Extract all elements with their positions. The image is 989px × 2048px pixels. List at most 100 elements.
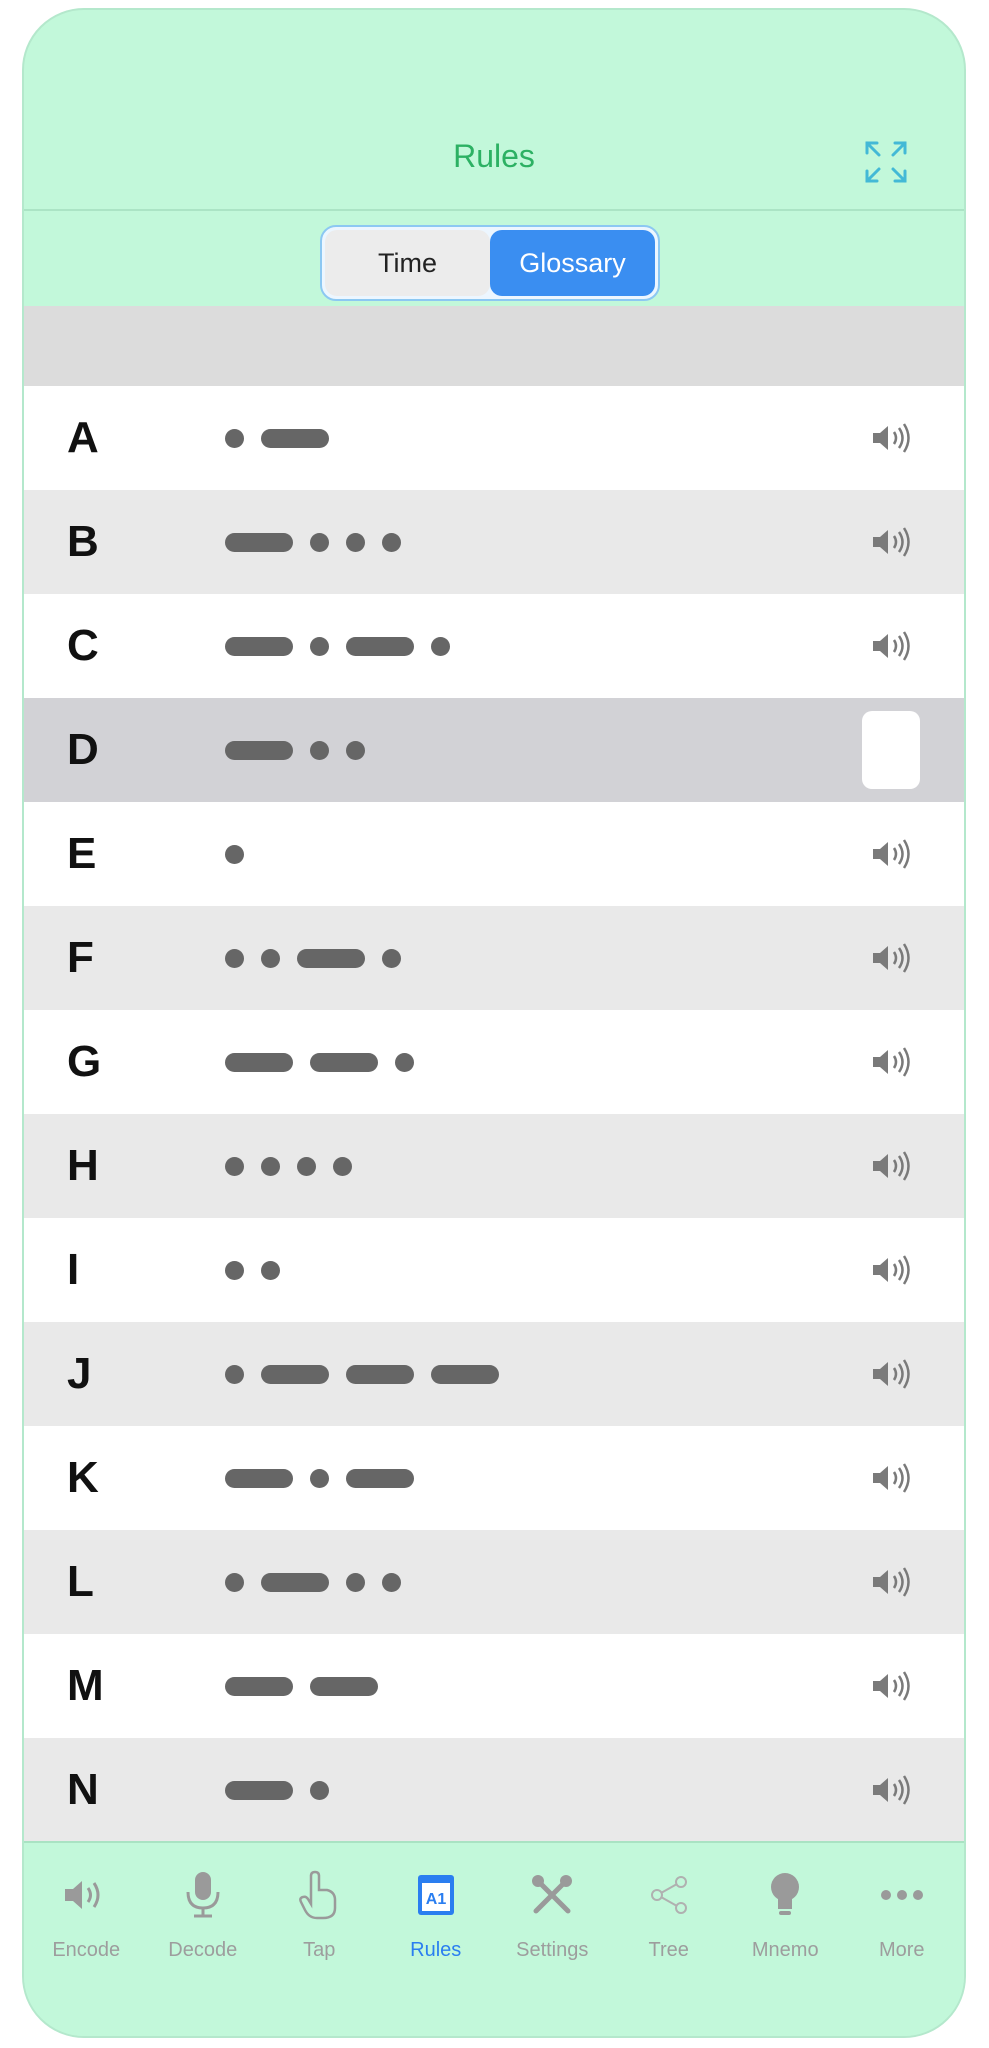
tab-decode[interactable]: Decode xyxy=(145,1843,262,2036)
glossary-row-i[interactable]: I xyxy=(24,1218,964,1322)
play-sound-button[interactable] xyxy=(862,711,920,789)
row-letter: M xyxy=(67,1661,104,1710)
morse-code xyxy=(225,1775,329,1805)
speaker-icon xyxy=(873,1359,910,1389)
glossary-list: A B C D E F G H I J K L M N xyxy=(24,386,964,1842)
expand-icon xyxy=(865,141,907,183)
tab-more[interactable]: More xyxy=(844,1843,961,2036)
morse-code xyxy=(225,631,450,661)
glossary-row-f[interactable]: F xyxy=(24,906,964,1010)
row-letter: F xyxy=(67,933,94,982)
page-title: Rules xyxy=(453,138,535,174)
morse-dot xyxy=(225,1364,244,1384)
morse-dot xyxy=(225,1156,244,1176)
segment-time[interactable]: Time xyxy=(325,230,490,296)
segment-glossary[interactable]: Glossary xyxy=(490,230,655,296)
row-letter: J xyxy=(67,1349,92,1398)
row-letter: A xyxy=(67,413,99,462)
glossary-row-g[interactable]: G xyxy=(24,1010,964,1114)
morse-dash xyxy=(431,1364,499,1384)
morse-code xyxy=(225,1567,401,1597)
morse-code xyxy=(225,1359,499,1389)
speaker-icon xyxy=(873,943,910,973)
morse-dot xyxy=(431,636,450,656)
tab-label: Tree xyxy=(648,1939,689,1961)
morse-dot xyxy=(382,532,401,552)
play-sound-button[interactable] xyxy=(864,826,920,882)
play-sound-button[interactable] xyxy=(864,618,920,674)
glossary-row-m[interactable]: M xyxy=(24,1634,964,1738)
speaker-icon xyxy=(873,527,910,557)
play-sound-button[interactable] xyxy=(864,1450,920,1506)
morse-dot xyxy=(297,1156,316,1176)
morse-dot xyxy=(225,428,244,448)
segmented-control: Time Glossary xyxy=(320,225,660,301)
tab-bar: Encode Decode Tap A1 Rules Settings Tree Mnemo M… xyxy=(24,1841,964,2036)
morse-dot xyxy=(310,1780,329,1800)
play-sound-button[interactable] xyxy=(864,514,920,570)
morse-code xyxy=(225,1463,414,1493)
morse-dot xyxy=(346,532,365,552)
morse-dash xyxy=(225,1052,293,1072)
morse-dot xyxy=(333,1156,352,1176)
fullscreen-button[interactable] xyxy=(858,134,914,190)
glossary-row-e[interactable]: E xyxy=(24,802,964,906)
tab-tap[interactable]: Tap xyxy=(261,1843,378,2036)
tab-encode[interactable]: Encode xyxy=(28,1843,145,2036)
speaker-icon xyxy=(873,839,910,869)
morse-dot xyxy=(395,1052,414,1072)
glossary-row-k[interactable]: K xyxy=(24,1426,964,1530)
morse-dot xyxy=(382,948,401,968)
glossary-row-n[interactable]: N xyxy=(24,1738,964,1842)
speaker-icon xyxy=(873,1463,910,1493)
tab-settings[interactable]: Settings xyxy=(494,1843,611,2036)
play-sound-button[interactable] xyxy=(864,1346,920,1402)
morse-code xyxy=(225,735,365,765)
morse-dot xyxy=(310,1468,329,1488)
speaker-icon xyxy=(873,1567,910,1597)
glossary-row-c[interactable]: C xyxy=(24,594,964,698)
speaker-icon xyxy=(56,1865,116,1925)
tab-label: Tap xyxy=(303,1939,336,1961)
glossary-row-l[interactable]: L xyxy=(24,1530,964,1634)
tab-tree[interactable]: Tree xyxy=(611,1843,728,2036)
app-screen: Rules Time Glossary A B C D E F G H I J … xyxy=(22,8,966,2038)
tools-icon xyxy=(522,1865,582,1925)
tab-rules[interactable]: A1 Rules xyxy=(378,1843,495,2036)
glossary-row-b[interactable]: B xyxy=(24,490,964,594)
morse-dash xyxy=(346,1364,414,1384)
morse-dot xyxy=(346,740,365,760)
glossary-row-d[interactable]: D xyxy=(24,698,964,802)
morse-dash xyxy=(225,740,293,760)
play-sound-button[interactable] xyxy=(864,1554,920,1610)
row-letter: E xyxy=(67,829,97,878)
morse-dot xyxy=(261,948,280,968)
microphone-icon xyxy=(173,1865,233,1925)
glossary-row-h[interactable]: H xyxy=(24,1114,964,1218)
lightbulb-icon xyxy=(755,1865,815,1925)
play-sound-button[interactable] xyxy=(864,1242,920,1298)
morse-dash xyxy=(225,1468,293,1488)
morse-code xyxy=(225,423,329,453)
play-sound-button[interactable] xyxy=(864,930,920,986)
play-sound-button[interactable] xyxy=(864,410,920,466)
morse-dot xyxy=(310,636,329,656)
play-sound-button[interactable] xyxy=(864,1658,920,1714)
section-header xyxy=(24,306,964,386)
tab-mnemo[interactable]: Mnemo xyxy=(727,1843,844,2036)
row-letter: C xyxy=(67,621,99,670)
morse-dot xyxy=(261,1156,280,1176)
morse-code xyxy=(225,839,244,869)
glossary-row-a[interactable]: A xyxy=(24,386,964,490)
nav-header: Rules xyxy=(24,10,964,432)
morse-dot xyxy=(310,532,329,552)
row-letter: I xyxy=(67,1245,80,1294)
morse-dot xyxy=(346,1572,365,1592)
play-sound-button[interactable] xyxy=(864,1138,920,1194)
tab-label: Encode xyxy=(52,1939,121,1961)
glossary-row-j[interactable]: J xyxy=(24,1322,964,1426)
hand-pointer-icon xyxy=(289,1865,349,1925)
play-sound-button[interactable] xyxy=(864,1034,920,1090)
morse-dash xyxy=(225,532,293,552)
play-sound-button[interactable] xyxy=(864,1762,920,1818)
